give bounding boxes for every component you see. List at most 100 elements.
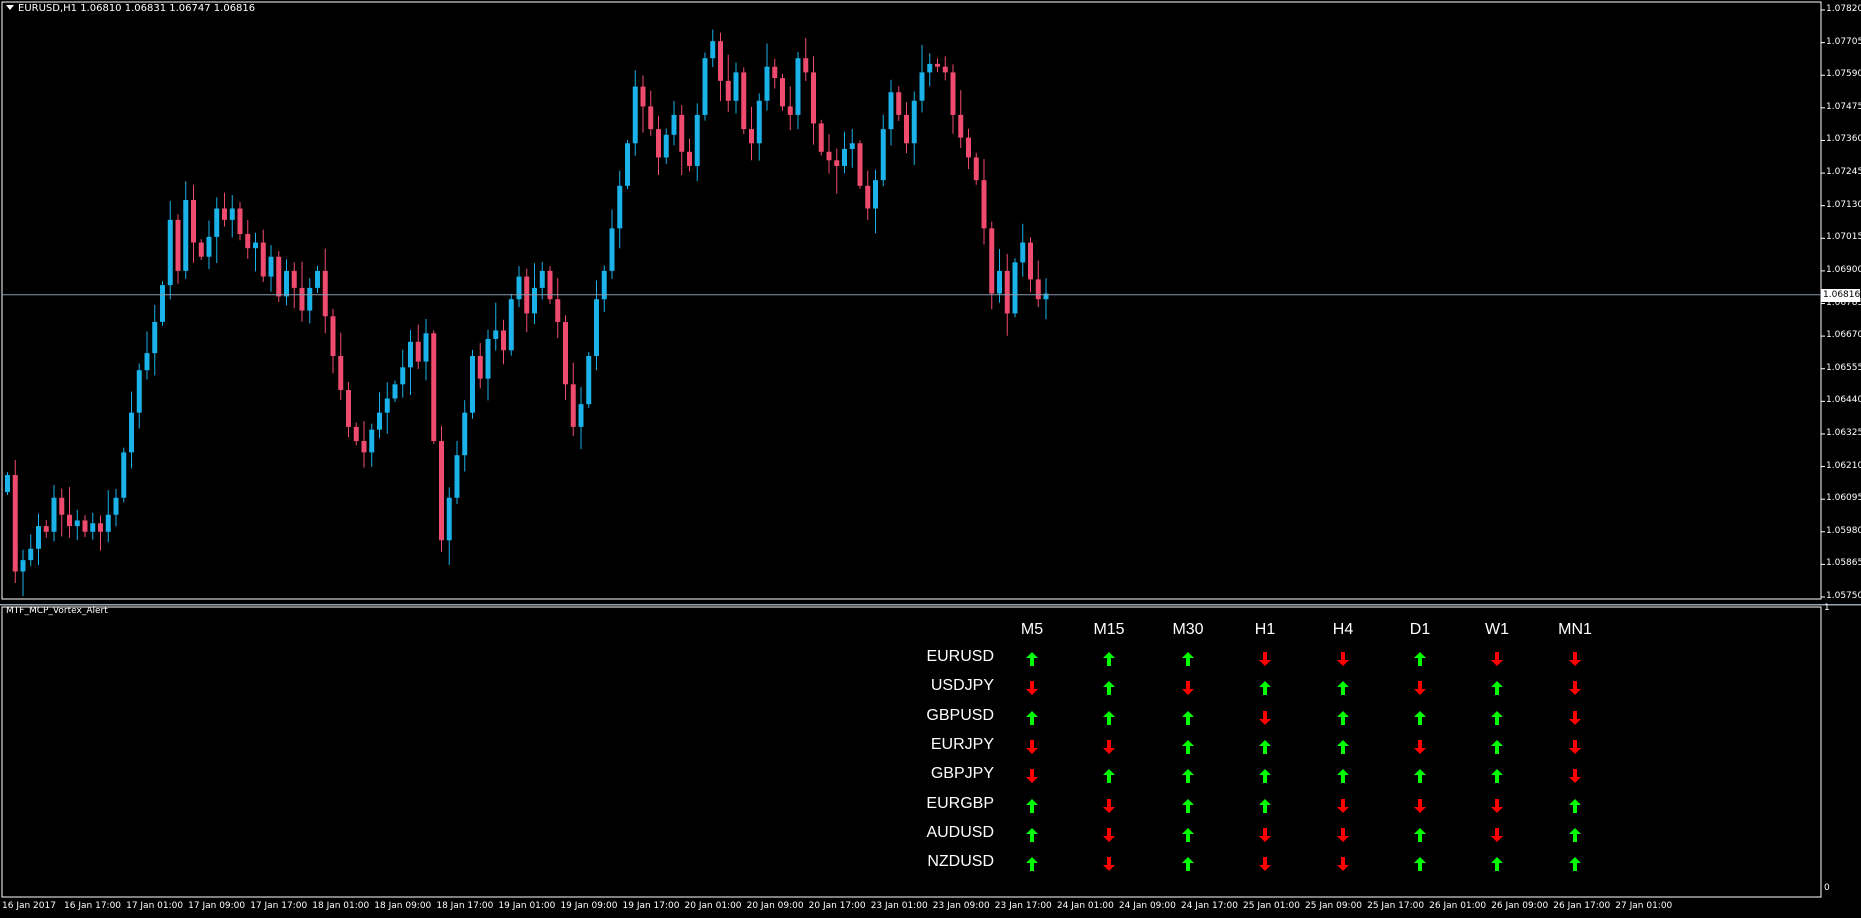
price-tick-label: 1.07015: [1826, 232, 1861, 243]
arrow-up-icon: [1180, 651, 1196, 667]
bull-candle: [795, 58, 801, 115]
price-tick-label: 1.06210: [1826, 460, 1861, 471]
bear-candle: [772, 66, 778, 79]
arrow-up-icon: [1489, 710, 1505, 726]
price-chart-window[interactable]: EURUSD,H1 1.06810 1.06831 1.06747 1.0681…: [0, 0, 1861, 601]
bear-candle: [299, 287, 305, 311]
bear-candle: [834, 160, 840, 166]
price-tick-label: 1.07245: [1826, 167, 1861, 178]
bull-candle: [663, 134, 669, 158]
price-tick-label: 1.06325: [1826, 427, 1861, 438]
time-tick-label: 26 Jan 17:00: [1553, 901, 1611, 911]
bear-candle: [291, 270, 297, 288]
bull-candle: [671, 114, 677, 135]
bull-candle: [136, 370, 142, 413]
bull-candle: [253, 242, 258, 249]
arrow-up-icon: [1335, 710, 1351, 726]
bull-candle: [384, 398, 390, 413]
bear-candle: [353, 426, 359, 442]
bull-candle: [307, 287, 313, 311]
arrow-up-icon: [1024, 856, 1040, 872]
bull-candle: [400, 367, 406, 385]
bear-candle: [59, 497, 65, 515]
bear-candle: [749, 129, 754, 144]
arrow-down-icon: [1567, 680, 1583, 696]
arrow-up-icon: [1257, 680, 1273, 696]
bull-candle: [997, 270, 1002, 294]
bull-candle: [74, 520, 80, 527]
arrow-up-icon: [1412, 710, 1428, 726]
bear-candle: [245, 234, 251, 249]
bull-candle: [392, 384, 398, 399]
arrow-down-icon: [1567, 739, 1583, 755]
candles: [5, 29, 1049, 597]
current-price-tag: 1.06816: [1821, 288, 1861, 302]
bull-candle: [733, 72, 739, 101]
bull-candle: [284, 270, 289, 297]
time-tick-label: 17 Jan 09:00: [188, 901, 246, 911]
bear-candle: [942, 66, 948, 73]
bull-candle: [160, 285, 165, 322]
symbol-header[interactable]: EURUSD,H1 1.06810 1.06831 1.06747 1.0681…: [6, 3, 255, 14]
bull-candle: [268, 256, 274, 277]
bear-candle: [803, 58, 809, 73]
bear-candle: [865, 185, 871, 209]
price-tick-label: 1.07705: [1826, 36, 1861, 47]
bear-candle: [718, 41, 723, 81]
timeframe-header: M5: [1020, 621, 1044, 638]
bull-candle: [1012, 262, 1018, 314]
bear-candle: [12, 475, 18, 572]
bear-candle: [973, 157, 979, 181]
price-tick-label: 1.07820: [1826, 4, 1861, 14]
arrow-down-icon: [1335, 798, 1351, 814]
timeframe-header: M30: [1172, 621, 1204, 638]
symbol-label: USDJPY: [930, 677, 994, 695]
bear-candle: [966, 137, 971, 158]
bear-candle: [787, 106, 793, 115]
bear-candle: [67, 514, 72, 527]
bull-candle: [206, 236, 212, 257]
time-tick-label: 26 Jan 01:00: [1429, 901, 1487, 911]
bear-candle: [981, 180, 987, 229]
bull-candle: [423, 333, 429, 362]
time-tick-label: 23 Jan 01:00: [870, 901, 928, 911]
arrow-up-icon: [1257, 798, 1273, 814]
bear-candle: [222, 208, 227, 220]
price-tick-label: 1.06440: [1826, 395, 1861, 406]
arrow-down-icon: [1257, 710, 1273, 726]
bull-candle: [51, 497, 57, 532]
bull-candle: [183, 199, 189, 271]
bear-candle: [896, 92, 902, 115]
arrow-up-icon: [1180, 739, 1196, 755]
bull-candle: [454, 455, 460, 498]
bear-candle: [741, 72, 747, 130]
arrow-down-icon: [1024, 768, 1040, 784]
bear-candle: [361, 441, 367, 453]
bull-candle: [377, 412, 382, 430]
price-chart[interactable]: [0, 0, 1861, 601]
time-tick-label: 24 Jan 09:00: [1118, 901, 1176, 911]
bull-candle: [129, 412, 134, 453]
bull-candle: [927, 63, 933, 73]
bull-candle: [710, 41, 716, 59]
bear-candle: [43, 526, 49, 532]
bull-candle: [493, 330, 499, 339]
bear-candle: [276, 256, 282, 297]
bull-candle: [28, 548, 34, 561]
menu-triangle-icon[interactable]: [6, 5, 14, 10]
bull-candle: [152, 321, 158, 354]
bull-candle: [315, 270, 320, 288]
bull-candle: [532, 287, 537, 314]
arrow-up-icon: [1180, 768, 1196, 784]
arrow-up-icon: [1412, 856, 1428, 872]
price-tick-label: 1.05750: [1826, 591, 1861, 601]
bear-candle: [1028, 242, 1033, 280]
arrow-down-icon: [1412, 680, 1428, 696]
arrow-up-icon: [1567, 827, 1583, 843]
bear-candle: [648, 106, 654, 130]
bear-candle: [82, 520, 88, 532]
bull-candle: [694, 114, 700, 166]
time-tick-label: 16 Jan 17:00: [64, 901, 122, 911]
bear-candle: [656, 129, 661, 158]
bull-candle: [1020, 242, 1026, 263]
